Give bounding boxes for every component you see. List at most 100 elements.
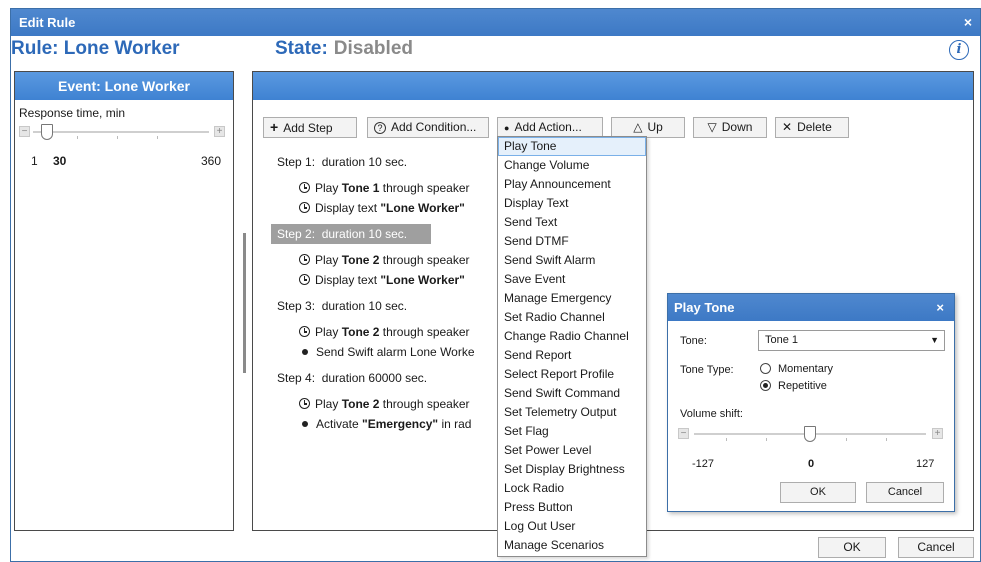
action-text: Display text: [315, 201, 381, 215]
close-icon[interactable]: ×: [936, 294, 944, 321]
up-button[interactable]: △ Up: [611, 117, 685, 138]
dialog-cancel-button[interactable]: Cancel: [866, 482, 944, 503]
slider-tick: [886, 438, 887, 441]
menu-item[interactable]: Log Out User: [498, 517, 646, 536]
volume-min: -127: [692, 458, 715, 470]
repetitive-label: Repetitive: [778, 380, 827, 392]
menu-item[interactable]: Press Button: [498, 498, 646, 517]
step-1-action-1[interactable]: Play Tone 1 through speaker: [299, 178, 489, 198]
response-time-label: Response time, min: [19, 106, 126, 120]
step-4-row[interactable]: Step 4: duration 60000 sec.: [277, 368, 427, 388]
slider-track[interactable]: [33, 131, 209, 133]
momentary-radio[interactable]: Momentary: [760, 363, 833, 375]
action-text: Play: [315, 397, 342, 411]
slider-tick: [117, 136, 118, 139]
action-text-bold: Tone 2: [341, 325, 380, 339]
step-3-action-2[interactable]: Send Swift alarm Lone Worke: [299, 342, 489, 362]
tone-type-label: Tone Type:: [680, 364, 734, 376]
menu-item[interactable]: Set Display Brightness: [498, 460, 646, 479]
plus-icon: +: [270, 119, 279, 135]
action-text: Display text: [315, 273, 381, 287]
event-panel-title: Event: Lone Worker: [15, 72, 233, 100]
action-text-bold: "Lone Worker": [380, 201, 465, 215]
dialog-title: Play Tone: [674, 300, 735, 315]
action-text: in rad: [438, 417, 472, 431]
dialog-titlebar: Play Tone ×: [668, 294, 954, 321]
volume-slider[interactable]: − +: [676, 426, 948, 442]
menu-item[interactable]: Send DTMF: [498, 232, 646, 251]
step-1-row[interactable]: Step 1: duration 10 sec.: [277, 152, 407, 172]
rule-title: Rule: Lone Worker: [11, 38, 180, 59]
menu-item[interactable]: Send Report: [498, 346, 646, 365]
action-text: through speaker: [379, 181, 470, 195]
action-text: Play: [315, 181, 342, 195]
slider-decrement-button[interactable]: −: [678, 428, 689, 439]
step-label: Step 4:: [277, 371, 316, 385]
delete-x-icon: ✕: [782, 120, 793, 134]
close-icon[interactable]: ×: [964, 9, 972, 36]
slider-increment-button[interactable]: +: [932, 428, 943, 439]
menu-item[interactable]: Set Power Level: [498, 441, 646, 460]
ok-button[interactable]: OK: [818, 537, 886, 558]
step-3-row[interactable]: Step 3: duration 10 sec.: [277, 296, 407, 316]
action-text-bold: Tone 2: [341, 397, 380, 411]
menu-item[interactable]: Set Radio Channel: [498, 308, 646, 327]
volume-max: 127: [916, 458, 935, 470]
slider-decrement-button[interactable]: −: [19, 126, 30, 137]
menu-item[interactable]: Play Announcement: [498, 175, 646, 194]
menu-item[interactable]: Set Flag: [498, 422, 646, 441]
action-text: Send Swift alarm Lone Worke: [316, 345, 475, 359]
step-3-action-1[interactable]: Play Tone 2 through speaker: [299, 322, 489, 342]
step-label: Step 1:: [277, 155, 316, 169]
menu-item[interactable]: Send Swift Alarm: [498, 251, 646, 270]
action-text-bold: "Emergency": [362, 417, 439, 431]
radio-icon: [760, 380, 771, 391]
menu-item[interactable]: Send Text: [498, 213, 646, 232]
repetitive-radio[interactable]: Repetitive: [760, 380, 827, 392]
step-label: Step 2:: [277, 227, 316, 241]
step-1-action-2[interactable]: Display text "Lone Worker": [299, 198, 489, 218]
menu-item[interactable]: Save Event: [498, 270, 646, 289]
menu-item[interactable]: Set Telemetry Output: [498, 403, 646, 422]
play-tone-dialog: Play Tone × Tone: Tone 1 ▼ Tone Type: Mo…: [667, 293, 955, 512]
state-value: Disabled: [333, 38, 413, 59]
slider-tick: [846, 438, 847, 441]
step-4-action-2[interactable]: Activate "Emergency" in rad: [299, 414, 489, 434]
down-button[interactable]: ▽ Down: [693, 117, 767, 138]
step-4-action-1[interactable]: Play Tone 2 through speaker: [299, 394, 489, 414]
step-duration: duration 60000 sec.: [321, 371, 428, 385]
step-2-row[interactable]: Step 2: duration 10 sec.: [271, 224, 431, 244]
slider-increment-button[interactable]: +: [214, 126, 225, 137]
info-icon[interactable]: i: [949, 40, 969, 60]
slider-tick: [726, 438, 727, 441]
action-text: through speaker: [379, 253, 470, 267]
radio-icon: [760, 363, 771, 374]
delete-button[interactable]: ✕ Delete: [775, 117, 849, 138]
menu-item[interactable]: Manage Emergency: [498, 289, 646, 308]
question-icon: ?: [374, 122, 386, 134]
slider-thumb[interactable]: [804, 426, 816, 442]
menu-item[interactable]: Lock Radio: [498, 479, 646, 498]
menu-item[interactable]: Play Tone: [498, 137, 646, 156]
panel-splitter[interactable]: [243, 233, 246, 373]
add-step-button[interactable]: + Add Step: [263, 117, 357, 138]
step-2-action-2[interactable]: Display text "Lone Worker": [299, 270, 489, 290]
menu-item[interactable]: Change Radio Channel: [498, 327, 646, 346]
clock-icon: [299, 326, 310, 337]
menu-item[interactable]: Select Report Profile: [498, 365, 646, 384]
slider-thumb[interactable]: [41, 124, 54, 140]
menu-item[interactable]: Display Text: [498, 194, 646, 213]
add-condition-button[interactable]: ? Add Condition...: [367, 117, 489, 138]
menu-item[interactable]: Send Swift Command: [498, 384, 646, 403]
menu-item[interactable]: Change Volume: [498, 156, 646, 175]
menu-item[interactable]: Manage Scenarios: [498, 536, 646, 555]
response-time-slider[interactable]: − +: [17, 124, 231, 140]
add-action-button[interactable]: ● Add Action...: [497, 117, 603, 138]
action-dot-icon: ●: [504, 123, 510, 133]
step-2-action-1[interactable]: Play Tone 2 through speaker: [299, 250, 489, 270]
dialog-ok-button[interactable]: OK: [780, 482, 856, 503]
tone-select[interactable]: Tone 1 ▼: [758, 330, 945, 351]
cancel-button[interactable]: Cancel: [898, 537, 974, 558]
volume-value: 0: [808, 458, 815, 470]
action-text: Play: [315, 253, 342, 267]
